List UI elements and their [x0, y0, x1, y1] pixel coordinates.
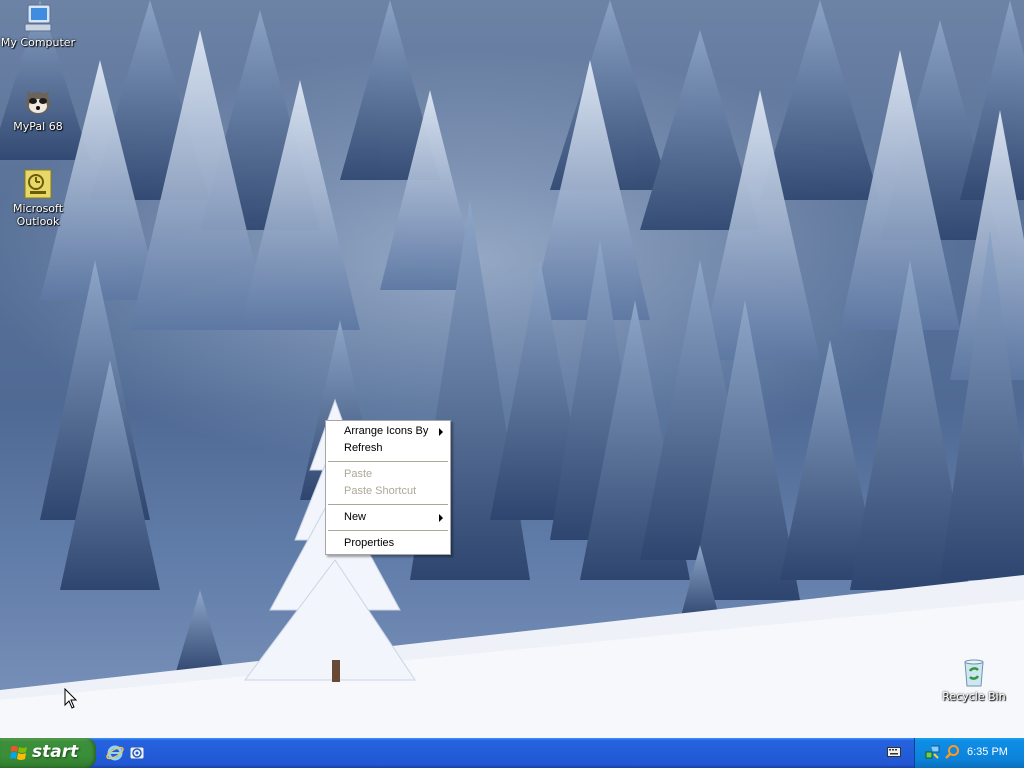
- menu-item-arrange-icons-by[interactable]: Arrange Icons By: [327, 423, 449, 440]
- submenu-arrow-icon: [439, 428, 443, 436]
- taskbar: start: [0, 738, 1024, 768]
- clock[interactable]: 6:35 PM: [967, 746, 1008, 758]
- desktop-icon-label: Recycle Bin: [942, 690, 1006, 703]
- menu-separator: [328, 504, 448, 505]
- menu-item-paste: Paste: [327, 466, 449, 483]
- mouse-cursor-icon: [64, 688, 78, 709]
- submenu-arrow-icon: [439, 514, 443, 522]
- menu-separator: [328, 530, 448, 531]
- menu-item-paste-shortcut: Paste Shortcut: [327, 483, 449, 500]
- menu-item-label: Properties: [344, 537, 395, 549]
- start-label: start: [32, 742, 79, 762]
- menu-item-properties[interactable]: Properties: [327, 535, 449, 552]
- desktop-icon-mypal[interactable]: MyPal 68: [0, 86, 76, 133]
- search-icon[interactable]: [944, 744, 960, 760]
- menu-item-label: Paste Shortcut: [344, 485, 417, 497]
- menu-item-refresh[interactable]: Refresh: [327, 440, 449, 457]
- desktop-icon-label: My Computer: [0, 36, 76, 49]
- my-computer-icon: [24, 4, 52, 32]
- menu-item-label: Refresh: [344, 442, 383, 454]
- menu-separator: [328, 461, 448, 462]
- internet-explorer-icon[interactable]: [106, 744, 124, 762]
- mypal-icon: [26, 91, 50, 114]
- desktop-icon-label: Microsoft Outlook: [12, 202, 64, 228]
- system-tray: 6:35 PM: [914, 738, 1024, 768]
- desktop-context-menu: Arrange Icons By Refresh Paste Paste Sho…: [325, 420, 451, 555]
- menu-item-new[interactable]: New: [327, 509, 449, 526]
- menu-item-label: Arrange Icons By: [344, 425, 429, 437]
- start-button[interactable]: start: [0, 738, 96, 768]
- outlook-icon: [24, 169, 52, 199]
- desktop-icon-recycle-bin[interactable]: Recycle Bin: [936, 656, 1012, 703]
- desktop-icon-label: MyPal 68: [13, 120, 63, 133]
- recycle-bin-icon: [964, 659, 984, 687]
- network-icon[interactable]: [925, 744, 941, 760]
- windows-flag-icon: [10, 746, 27, 760]
- keyboard-icon[interactable]: [887, 746, 901, 758]
- desktop-icon-outlook[interactable]: Microsoft Outlook: [0, 168, 76, 228]
- desktop[interactable]: My Computer MyPal 68 Microsoft Outlook R…: [0, 0, 1024, 738]
- desktop-icon-my-computer[interactable]: My Computer: [0, 2, 76, 49]
- wallpaper: [0, 0, 1024, 738]
- outlook-express-icon[interactable]: [128, 744, 146, 762]
- menu-item-label: New: [344, 511, 367, 523]
- menu-item-label: Paste: [344, 468, 373, 480]
